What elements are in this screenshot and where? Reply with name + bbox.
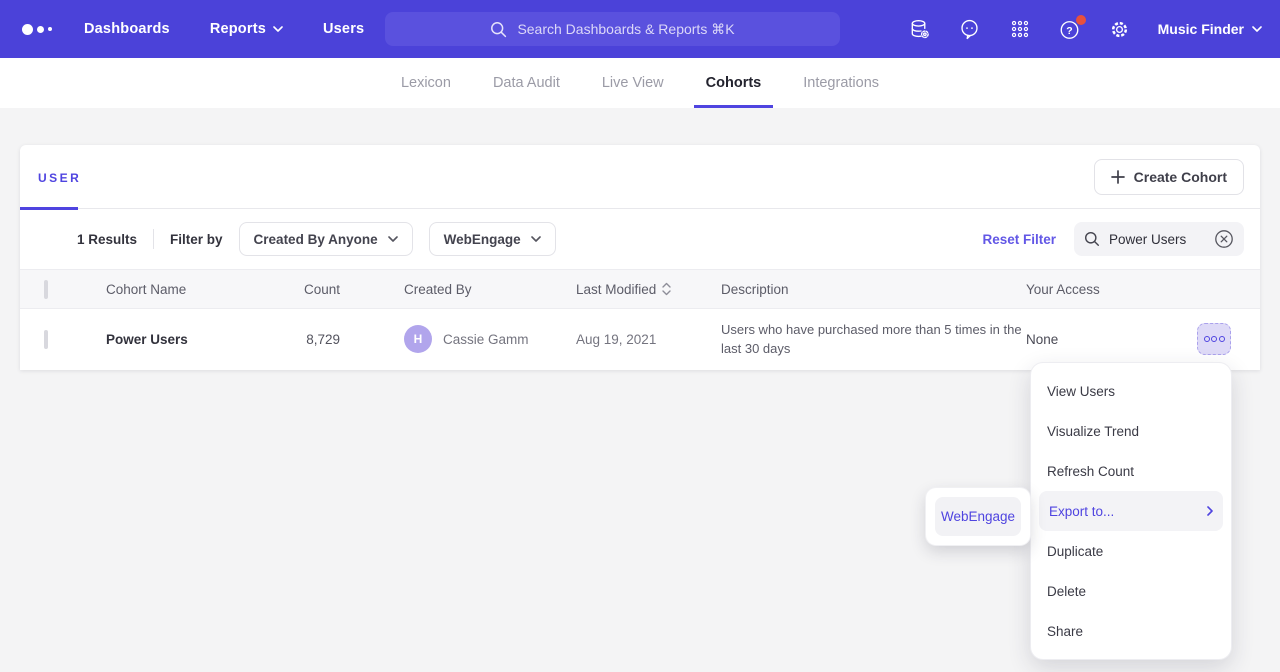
- nav-item-dashboards[interactable]: Dashboards: [84, 21, 170, 37]
- data-management-icon[interactable]: [908, 17, 932, 41]
- plus-icon: [1111, 170, 1125, 184]
- select-all-checkbox[interactable]: [44, 280, 48, 299]
- more-options-button[interactable]: [1197, 323, 1231, 355]
- menu-item-duplicate[interactable]: Duplicate: [1031, 531, 1231, 571]
- section-tabbar: Lexicon Data Audit Live View Cohorts Int…: [0, 58, 1280, 108]
- header-last-modified[interactable]: Last Modified: [576, 282, 721, 297]
- nav-item-reports-label: Reports: [210, 21, 266, 37]
- filter-row: 1 Results Filter by Created By Anyone We…: [20, 209, 1260, 269]
- tab-data-audit[interactable]: Data Audit: [481, 58, 572, 108]
- cohorts-card: USER Create Cohort 1 Results Filter by C…: [20, 145, 1260, 370]
- header-last-modified-label: Last Modified: [576, 282, 656, 297]
- messages-icon[interactable]: [958, 17, 982, 41]
- creator-filter-dropdown[interactable]: Created By Anyone: [239, 222, 413, 256]
- sort-icon: [662, 282, 671, 296]
- chevron-down-icon: [1252, 26, 1262, 32]
- search-icon: [490, 21, 507, 38]
- nav-item-reports[interactable]: Reports: [210, 21, 283, 37]
- create-cohort-label: Create Cohort: [1134, 169, 1227, 185]
- divider: [153, 229, 154, 249]
- active-tab-underline: [20, 207, 78, 210]
- tab-live-view[interactable]: Live View: [590, 58, 676, 108]
- header-your-access: Your Access: [1026, 282, 1197, 297]
- type-filter-value: WebEngage: [444, 232, 521, 247]
- row-context-menu: View Users Visualize Trend Refresh Count…: [1031, 363, 1231, 659]
- cell-last-modified: Aug 19, 2021: [576, 332, 721, 347]
- cell-created-by: Cassie Gamm: [443, 332, 529, 347]
- header-cohort-name: Cohort Name: [106, 282, 290, 297]
- create-cohort-button[interactable]: Create Cohort: [1094, 159, 1244, 195]
- more-options-icon: [1204, 336, 1210, 342]
- filter-by-label: Filter by: [170, 232, 223, 247]
- cell-cohort-name: Power Users: [106, 332, 290, 347]
- reset-filter-link[interactable]: Reset Filter: [982, 232, 1056, 247]
- nav-utilities: ? Music Finder: [908, 0, 1262, 58]
- search-icon: [1084, 231, 1100, 247]
- header-created-by: Created By: [340, 282, 576, 297]
- menu-item-share[interactable]: Share: [1031, 611, 1231, 651]
- menu-item-visualize-trend[interactable]: Visualize Trend: [1031, 411, 1231, 451]
- clear-search-icon[interactable]: [1214, 229, 1234, 249]
- global-search-input[interactable]: Search Dashboards & Reports ⌘K: [385, 12, 840, 46]
- menu-item-export-to[interactable]: Export to...: [1039, 491, 1223, 531]
- chevron-down-icon: [531, 236, 541, 242]
- apps-grid-icon[interactable]: [1008, 17, 1032, 41]
- chevron-down-icon: [388, 236, 398, 242]
- project-switcher[interactable]: Music Finder: [1158, 21, 1262, 37]
- menu-item-refresh-count[interactable]: Refresh Count: [1031, 451, 1231, 491]
- submenu-item-webengage[interactable]: WebEngage: [935, 497, 1021, 536]
- cohort-search-value: Power Users: [1109, 232, 1205, 247]
- filter-right-group: Reset Filter Power Users: [982, 222, 1244, 256]
- chevron-down-icon: [273, 26, 283, 32]
- help-icon[interactable]: ?: [1058, 17, 1082, 41]
- table-header: Cohort Name Count Created By Last Modifi…: [20, 269, 1260, 309]
- type-filter-dropdown[interactable]: WebEngage: [429, 222, 556, 256]
- tab-integrations[interactable]: Integrations: [791, 58, 891, 108]
- card-header: USER Create Cohort: [20, 145, 1260, 209]
- global-search-placeholder: Search Dashboards & Reports ⌘K: [517, 21, 734, 38]
- chevron-right-icon: [1207, 506, 1213, 516]
- notification-dot: [1076, 15, 1086, 25]
- menu-item-view-users[interactable]: View Users: [1031, 371, 1231, 411]
- menu-item-delete[interactable]: Delete: [1031, 571, 1231, 611]
- settings-icon[interactable]: [1108, 17, 1132, 41]
- project-name: Music Finder: [1158, 21, 1244, 37]
- svg-text:?: ?: [1066, 24, 1072, 36]
- tab-cohorts[interactable]: Cohorts: [694, 58, 774, 108]
- nav-item-users[interactable]: Users: [323, 21, 364, 37]
- table-row[interactable]: Power Users 8,729 H Cassie Gamm Aug 19, …: [20, 309, 1260, 369]
- row-checkbox[interactable]: [44, 330, 48, 349]
- creator-filter-value: Created By Anyone: [254, 232, 378, 247]
- header-description: Description: [721, 282, 1026, 297]
- results-count: 1 Results: [77, 232, 137, 247]
- tab-user-cohorts[interactable]: USER: [38, 171, 81, 185]
- avatar: H: [404, 325, 432, 353]
- tab-lexicon[interactable]: Lexicon: [389, 58, 463, 108]
- mixpanel-logo[interactable]: [22, 24, 52, 35]
- cell-description: Users who have purchased more than 5 tim…: [721, 322, 1022, 356]
- cell-count: 8,729: [290, 332, 340, 347]
- menu-item-export-to-label: Export to...: [1049, 504, 1114, 519]
- nav-links: Dashboards Reports Users: [84, 21, 364, 37]
- export-submenu: WebEngage: [926, 488, 1030, 545]
- cohort-search-input[interactable]: Power Users: [1074, 222, 1244, 256]
- cell-your-access: None: [1026, 332, 1197, 347]
- header-count: Count: [290, 282, 340, 297]
- top-nav: Dashboards Reports Users Search Dashboar…: [0, 0, 1280, 58]
